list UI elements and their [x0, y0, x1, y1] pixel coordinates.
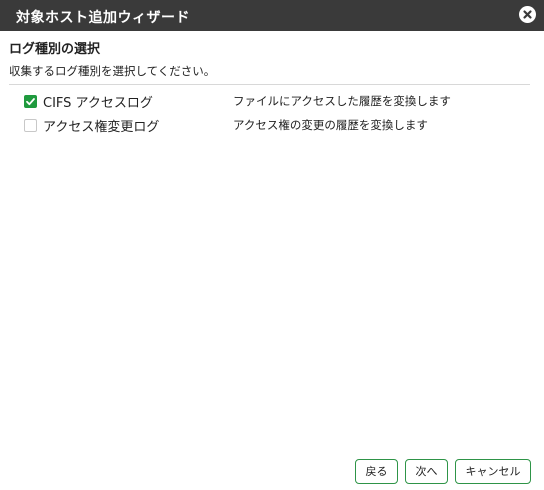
log-type-description: ファイルにアクセスした履歴を変換します: [233, 94, 451, 108]
log-type-name: CIFS アクセスログ: [43, 96, 153, 111]
log-type-row-permission: アクセス権変更ログ アクセス権の変更の履歴を変換します: [24, 116, 530, 140]
close-button[interactable]: [519, 6, 536, 23]
log-type-name: アクセス権変更ログ: [43, 120, 160, 135]
log-type-list: CIFS アクセスログ ファイルにアクセスした履歴を変換します アクセス権変更ロ…: [24, 92, 530, 140]
dialog-title: 対象ホスト追加ウィザード: [16, 10, 190, 26]
permission-change-log-checkbox[interactable]: [24, 119, 37, 132]
wizard-dialog: 対象ホスト追加ウィザード ログ種別の選択 収集するログ種別を選択してください。 …: [0, 0, 544, 490]
log-type-row-cifs: CIFS アクセスログ ファイルにアクセスした履歴を変換します: [24, 92, 530, 116]
log-type-description: アクセス権の変更の履歴を変換します: [233, 118, 428, 132]
instruction-text: 収集するログ種別を選択してください。: [9, 64, 216, 78]
next-button[interactable]: 次へ: [405, 459, 448, 484]
back-button[interactable]: 戻る: [355, 459, 398, 484]
title-bar: 対象ホスト追加ウィザード: [0, 0, 544, 31]
checkmark-icon: [26, 98, 35, 106]
section-title: ログ種別の選択: [9, 42, 101, 57]
close-icon: [523, 10, 532, 19]
cifs-access-log-checkbox[interactable]: [24, 95, 37, 108]
divider: [9, 84, 530, 85]
cancel-button[interactable]: キャンセル: [455, 459, 531, 484]
